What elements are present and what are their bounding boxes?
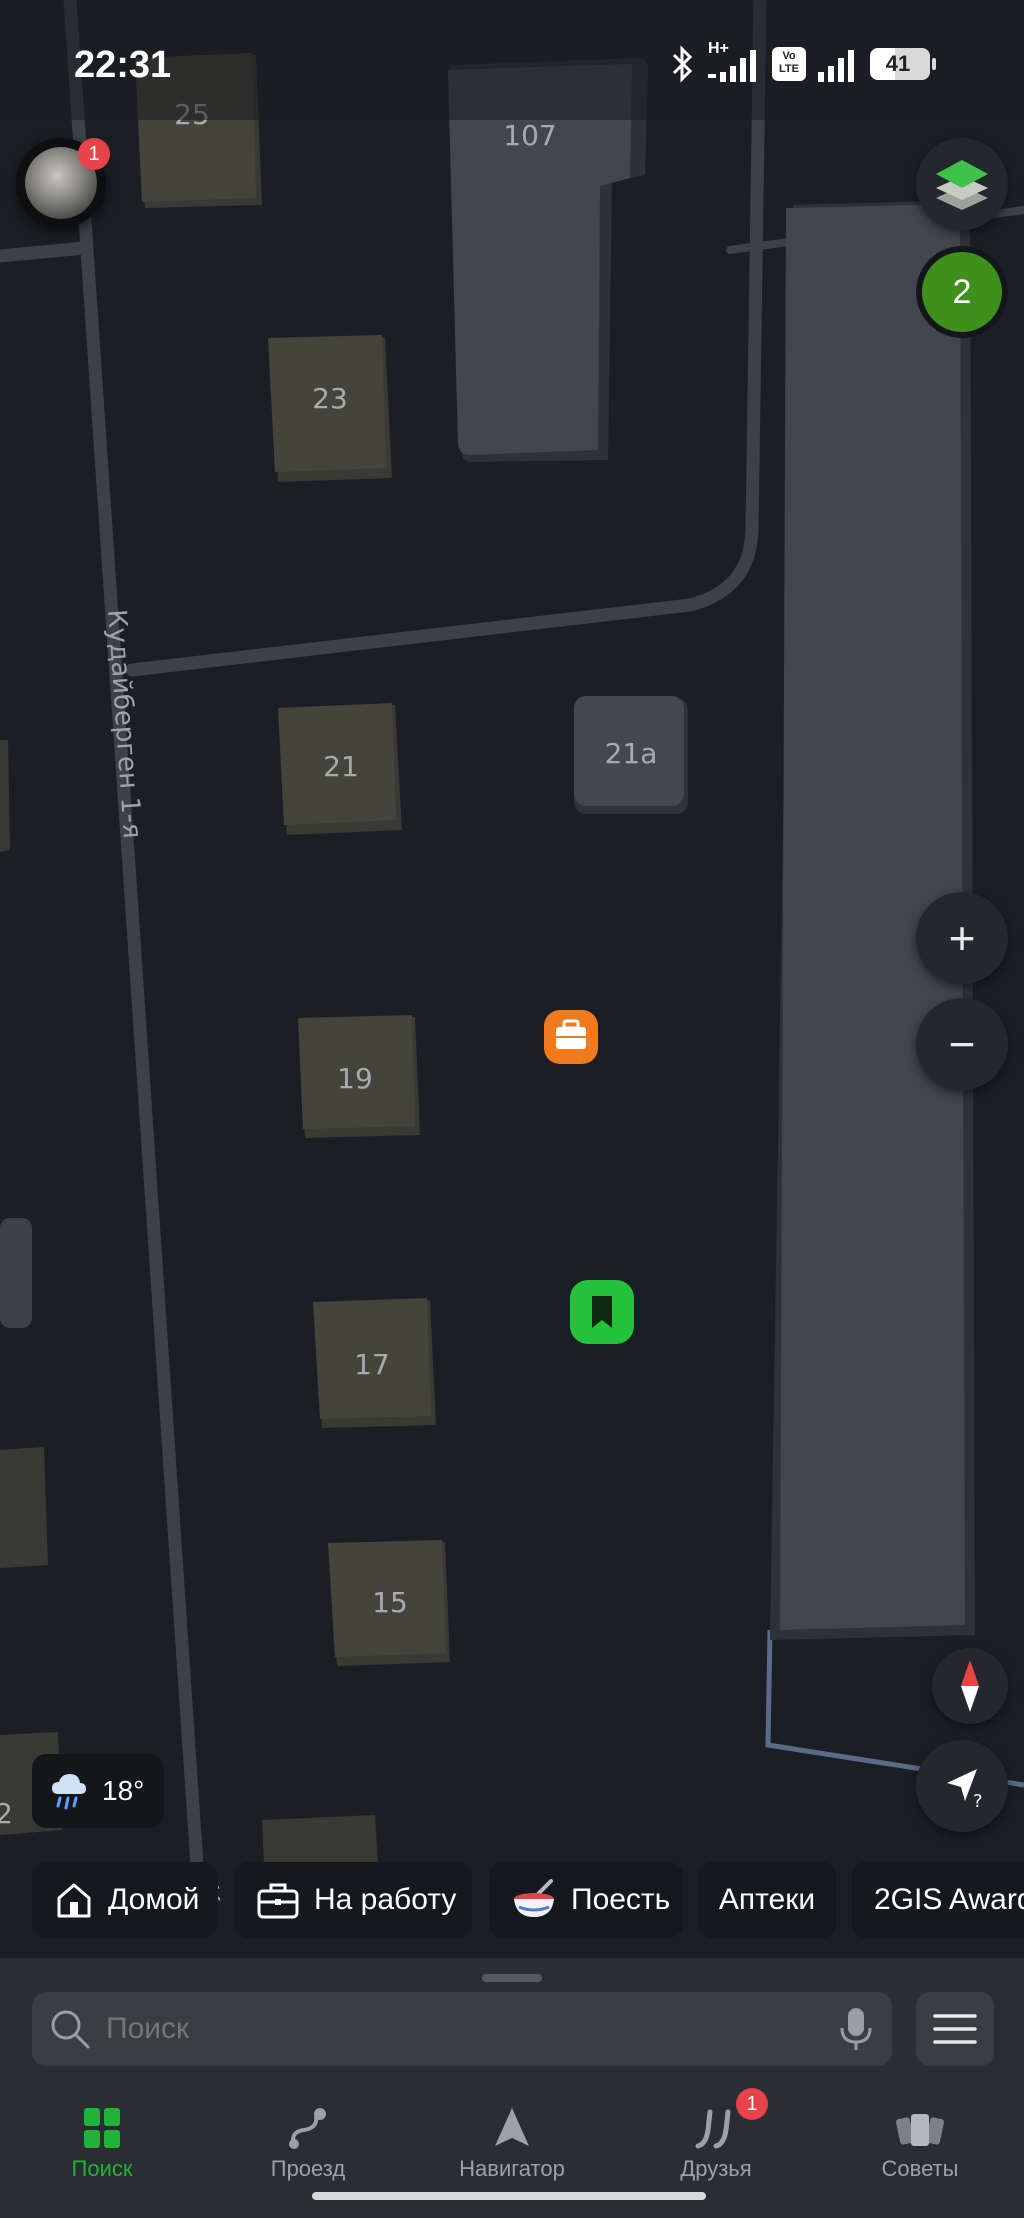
tab-route[interactable]: Проезд [228,2098,388,2182]
home-icon [54,1880,94,1920]
network-type-icon: H+ [706,40,762,84]
layers-button[interactable] [916,138,1008,230]
chip-label: Поесть [571,1883,671,1916]
chip-label: Аптеки [718,1883,816,1916]
bookmarks-count-button[interactable]: 2 [916,246,1008,338]
microphone-icon[interactable] [838,2006,874,2052]
bookmark-marker[interactable] [570,1280,634,1344]
building-label-15: 15 [372,1586,408,1619]
search-bar[interactable] [32,1992,892,2066]
tips-cards-icon [896,2114,944,2146]
tab-tips[interactable]: Советы [840,2098,1000,2182]
tab-search[interactable]: Поиск [22,2098,182,2182]
building-label-21: 21 [323,750,359,783]
chip-label: 2GIS Awards [874,1883,1024,1916]
search-input[interactable] [104,2011,838,2047]
svg-text:?: ? [973,1791,983,1811]
route-icon [289,2108,326,2149]
home-indicator [312,2192,706,2200]
minus-icon: − [948,1018,976,1070]
chip-2gis-awards[interactable]: 2GIS Awards [852,1862,1024,1938]
menu-button[interactable] [916,1992,994,2066]
sheet-handle[interactable] [482,1974,542,1982]
tab-label: Друзья [680,2156,752,2181]
weather-widget[interactable]: 18° [32,1754,164,1828]
temperature: 18° [102,1775,145,1806]
layers-icon [936,160,988,210]
navigator-icon [495,2108,529,2146]
status-time: 22:31 [74,44,172,86]
building-label-21a: 21а [605,737,658,770]
friends-badge: 1 [736,2088,768,2120]
status-bar: 22:31 H+ Vo LTE 41 [0,0,1024,120]
zoom-in-button[interactable]: + [916,892,1008,984]
building-label-2: 2 [0,1797,13,1830]
briefcase-icon [256,1880,300,1920]
location-arrow-icon: ? [947,1769,983,1811]
battery-icon: 41 [870,48,936,80]
battery-level: 41 [885,51,911,76]
compass-icon [961,1660,979,1712]
tab-navigator[interactable]: Навигатор [432,2098,592,2182]
notification-badge: 1 [78,138,110,170]
plus-icon: + [948,912,976,964]
food-bowl-icon [511,1879,557,1921]
chip-label: Домой [108,1883,200,1916]
search-icon [51,2010,90,2049]
my-location-button[interactable]: ? [916,1740,1008,1832]
chip-pharmacies[interactable]: Аптеки [698,1862,836,1938]
tab-label: Поиск [71,2156,133,2181]
friends-icon [695,2109,731,2149]
signal-icon [818,50,854,82]
hamburger-icon [933,2014,977,2044]
work-marker[interactable] [544,1010,598,1064]
building-label-23: 23 [312,382,348,415]
tab-label: Советы [881,2156,959,2181]
building-label-19: 19 [337,1062,373,1095]
building-label-17: 17 [354,1348,390,1381]
volte-icon: Vo LTE [772,47,806,81]
count-badge: 2 [922,252,1002,332]
tab-friends[interactable]: 1 Друзья [636,2088,796,2182]
tab-label: Проезд [270,2156,346,2181]
search-tab-icon [84,2108,120,2148]
chip-work[interactable]: На работу [234,1862,472,1938]
compass-button[interactable] [932,1648,1008,1724]
chip-eat[interactable]: Поесть [489,1862,683,1938]
chip-label: На работу [314,1883,457,1916]
chip-home[interactable]: Домой [32,1862,218,1938]
profile-avatar[interactable]: 1 [16,138,110,228]
tab-label: Навигатор [459,2156,565,2181]
zoom-out-button[interactable]: − [916,998,1008,1090]
building-label-107: 107 [503,119,556,152]
rain-cloud-icon [52,1774,86,1810]
bluetooth-icon [672,45,693,83]
